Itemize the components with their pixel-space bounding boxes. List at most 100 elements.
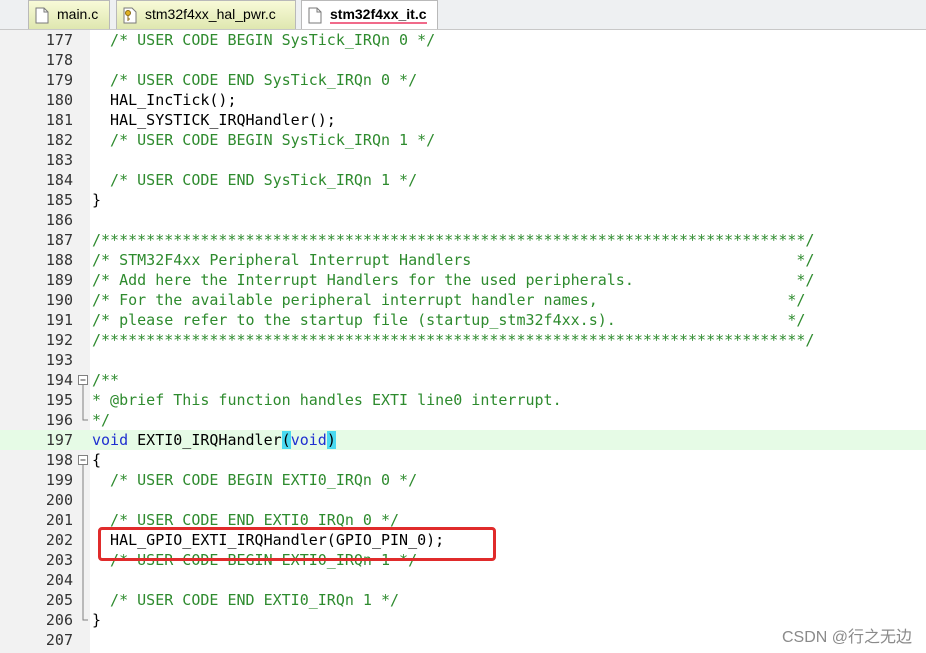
line-number: 195 [45,391,73,409]
code-line: 184 /* USER CODE END SysTick_IRQn 1 */ [0,170,926,190]
line-number: 187 [45,231,73,249]
fold-line-icon [77,570,89,590]
line-number: 184 [45,171,73,189]
line-number: 205 [45,591,73,609]
line-number: 207 [45,631,73,649]
fold-end-icon [77,410,89,430]
comment-text: /***************************************… [92,231,815,249]
comment-text: /* Add here the Interrupt Handlers for t… [92,271,815,289]
brace-match-close: ) [326,431,336,449]
line-number: 198 [45,451,73,469]
line-number: 178 [45,51,73,69]
code-text: { [92,451,102,469]
comment-text: /** [92,371,120,389]
line-number: 186 [45,211,73,229]
comment-text: /* USER CODE BEGIN SysTick_IRQn 1 */ [92,131,436,149]
code-line: 183 [0,150,926,170]
code-line: 180 HAL_IncTick(); [0,90,926,110]
fold-line-icon [77,590,89,610]
c-file-icon [308,7,322,24]
line-number: 179 [45,71,73,89]
line-number: 199 [45,471,73,489]
code-line: 179 /* USER CODE END SysTick_IRQn 0 */ [0,70,926,90]
fold-line-icon [77,510,89,530]
code-line: 199 /* USER CODE BEGIN EXTI0_IRQn 0 */ [0,470,926,490]
tab-main-c[interactable]: main.c [28,0,110,29]
fold-line-icon [77,490,89,510]
code-line: 191 /* please refer to the startup file (… [0,310,926,330]
code-line: 187 /************************************… [0,230,926,250]
line-number: 200 [45,491,73,509]
line-number: 183 [45,151,73,169]
line-number: 181 [45,111,73,129]
code-line: 190 /* For the available peripheral inter… [0,290,926,310]
code-line: 188 /* STM32F4xx Peripheral Interrupt Han… [0,250,926,270]
line-number: 196 [45,411,73,429]
highlight-annotation-box [98,527,496,561]
line-number: 182 [45,131,73,149]
code-line: 200 [0,490,926,510]
fold-collapse-icon[interactable] [77,450,89,470]
code-line: 178 [0,50,926,70]
brace-match-open: ( [281,431,291,449]
tab-stm32f4xx-hal-pwr-c[interactable]: stm32f4xx_hal_pwr.c [116,0,296,29]
fold-end-icon [77,610,89,630]
watermark-text: CSDN @行之无边 [781,629,912,646]
code-line: 192 /************************************… [0,330,926,350]
tab-stm32f4xx-it-c[interactable]: stm32f4xx_it.c [301,0,438,29]
comment-text: /* please refer to the startup file (sta… [92,311,806,329]
keyword-void: void [290,431,327,449]
code-line: 177 /* USER CODE BEGIN SysTick_IRQn 0 */ [0,30,926,50]
line-number: 197 [45,431,73,449]
line-number: 188 [45,251,73,269]
comment-text: /***************************************… [92,331,815,349]
code-line: 205 /* USER CODE END EXTI0_IRQn 1 */ [0,590,926,610]
code-text: HAL_SYSTICK_IRQHandler(); [92,111,336,129]
code-line: 198 { [0,450,926,470]
line-number: 180 [45,91,73,109]
fold-collapse-icon[interactable] [77,370,89,390]
fold-line-icon [77,470,89,490]
comment-text: /* USER CODE BEGIN SysTick_IRQn 0 */ [92,31,436,49]
line-number: 194 [45,371,73,389]
keyword-void: void [92,431,129,449]
line-number: 201 [45,511,73,529]
code-line: 181 HAL_SYSTICK_IRQHandler(); [0,110,926,130]
line-number: 185 [45,191,73,209]
fold-line-icon [77,390,89,410]
code-line: 204 [0,570,926,590]
line-number: 193 [45,351,73,369]
line-number: 192 [45,331,73,349]
line-number: 204 [45,571,73,589]
code-line: 185} [0,190,926,210]
comment-text: /* STM32F4xx Peripheral Interrupt Handle… [92,251,815,269]
function-name: EXTI0_IRQHandler [128,431,282,449]
c-file-icon [35,7,49,24]
code-line: 196 */ [0,410,926,430]
line-number: 206 [45,611,73,629]
current-code-line: 197 void EXTI0_IRQHandler(void) [0,430,926,450]
code-text: } [92,611,102,629]
function-signature: void EXTI0_IRQHandler(void) [92,430,336,450]
code-line: 186 [0,210,926,230]
line-number: 190 [45,291,73,309]
line-number: 191 [45,311,73,329]
fold-line-icon [77,530,89,550]
line-number: 189 [45,271,73,289]
comment-text: /* USER CODE END SysTick_IRQn 0 */ [92,71,418,89]
comment-text: /* For the available peripheral interrup… [92,291,806,309]
line-number: 177 [45,31,73,49]
code-line: 194 /** [0,370,926,390]
code-line: 189 /* Add here the Interrupt Handlers fo… [0,270,926,290]
code-line: 193 [0,350,926,370]
comment-text: /* USER CODE END EXTI0_IRQn 1 */ [92,591,400,609]
editor-tab-bar: main.c stm32f4xx_hal_pwr.c stm32f4xx_it.… [0,0,926,30]
comment-text: /* USER CODE END SysTick_IRQn 1 */ [92,171,418,189]
c-file-key-icon [123,7,137,24]
line-number: 203 [45,551,73,569]
code-text: HAL_IncTick(); [92,91,237,109]
comment-text: /* USER CODE BEGIN EXTI0_IRQn 0 */ [92,471,418,489]
code-text: } [92,191,102,209]
code-line: 182 /* USER CODE BEGIN SysTick_IRQn 1 */ [0,130,926,150]
code-line: 195 * @brief This function handles EXTI l… [0,390,926,410]
